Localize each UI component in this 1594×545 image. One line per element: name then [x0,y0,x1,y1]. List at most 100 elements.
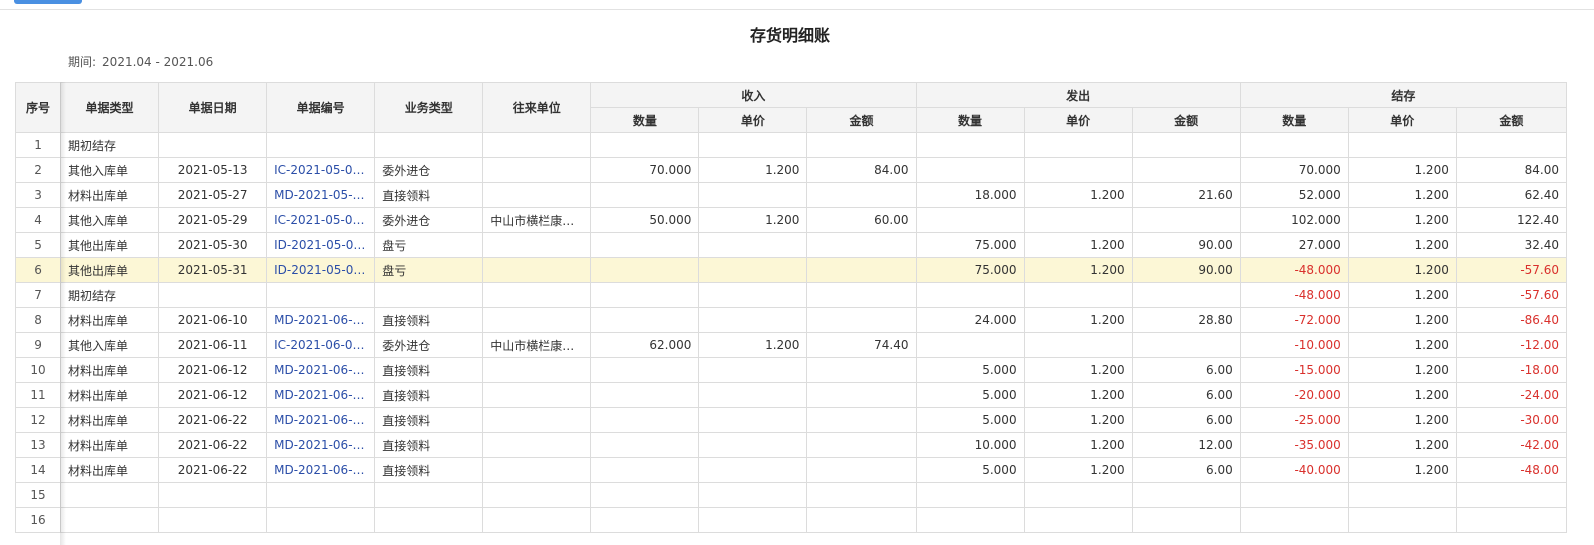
cell-income-qty [590,482,700,508]
table-row[interactable]: 12 材料出库单 2021-06-22 MD-2021-06-0078 直接领料 5.00… [15,407,1567,433]
cell-doc-no-link[interactable]: MD-2021-05-0093 [266,182,376,208]
cell-seq: 13 [15,432,62,458]
cell-seq: 10 [15,357,62,383]
cell-doc-date: 2021-06-11 [158,332,268,358]
header-doc-type[interactable]: 单据类型 [60,82,160,133]
table-row[interactable]: 14 材料出库单 2021-06-22 MD-2021-06-0085 直接领料 5.00… [15,457,1567,483]
cell-balance-amount [1455,132,1567,158]
cell-biz-type: 盘亏 [374,232,484,258]
cell-outgo-qty [915,132,1025,158]
ledger-table-container[interactable]: 序号 单据类型 单据日期 单据编号 业务类型 往来单位 收入 发出 结存 数量 … [15,82,1567,545]
header-outgo-qty[interactable]: 数量 [915,107,1025,133]
cell-income-amount [806,507,917,533]
cell-balance-amount: 62.40 [1455,182,1567,208]
cell-income-price [698,182,808,208]
header-balance-qty[interactable]: 数量 [1239,107,1349,133]
table-row[interactable]: 10 材料出库单 2021-06-12 MD-2021-06-0056 直接领料 5.00… [15,357,1567,383]
cell-biz-type [374,482,484,508]
cell-balance-amount: -48.00 [1455,457,1567,483]
cell-doc-no-link[interactable]: MD-2021-06-0083 [266,432,376,458]
cell-outgo-amount [1131,332,1241,358]
cell-balance-qty: -15.000 [1239,357,1349,383]
cell-doc-no-link[interactable]: MD-2021-06-0085 [266,457,376,483]
cell-balance-amount: -30.00 [1455,407,1567,433]
cell-outgo-amount: 90.00 [1131,257,1241,283]
table-row[interactable]: 11 材料出库单 2021-06-12 MD-2021-06-0058 直接领料 5.00… [15,382,1567,408]
cell-income-qty [590,282,700,308]
cell-balance-price: 1.200 [1347,207,1457,233]
cell-balance-qty: -10.000 [1239,332,1349,358]
cell-seq: 4 [15,207,62,233]
cell-doc-type: 期初结存 [60,132,160,158]
cell-outgo-amount: 6.00 [1131,357,1241,383]
cell-balance-amount: 122.40 [1455,207,1567,233]
cell-balance-price [1347,507,1457,533]
cell-balance-amount: 32.40 [1455,232,1567,258]
table-row[interactable]: 7 期初结存 -48.000 1.200 -57.60 [15,282,1567,308]
header-income-price[interactable]: 单价 [698,107,808,133]
header-partner[interactable]: 往来单位 [482,82,592,133]
table-row[interactable]: 3 材料出库单 2021-05-27 MD-2021-05-0093 直接领料 18.00… [15,182,1567,208]
cell-doc-no-link[interactable]: MD-2021-06-0049 [266,307,376,333]
header-doc-date[interactable]: 单据日期 [158,82,268,133]
cell-balance-price [1347,132,1457,158]
table-row[interactable]: 13 材料出库单 2021-06-22 MD-2021-06-0083 直接领料 10.0… [15,432,1567,458]
cell-doc-no-link[interactable]: MD-2021-06-0058 [266,382,376,408]
cell-doc-no-link[interactable]: IC-2021-06-0036 [266,332,376,358]
cell-outgo-qty: 75.000 [915,257,1025,283]
cell-balance-qty: 70.000 [1239,157,1349,183]
cell-balance-amount: -57.60 [1455,257,1567,283]
table-row[interactable]: 8 材料出库单 2021-06-10 MD-2021-06-0049 直接领料 24.00… [15,307,1567,333]
cell-biz-type [374,282,484,308]
cell-income-qty: 50.000 [590,207,700,233]
cell-doc-no-link[interactable]: ID-2021-05-0078 [266,257,376,283]
inventory-ledger-table: 序号 单据类型 单据日期 单据编号 业务类型 往来单位 收入 发出 结存 数量 … [15,82,1567,533]
cell-income-qty [590,257,700,283]
header-income-qty[interactable]: 数量 [590,107,700,133]
cell-income-qty: 70.000 [590,157,700,183]
cell-doc-date [158,482,268,508]
cell-seq: 15 [15,482,62,508]
header-income-amount[interactable]: 金额 [806,107,917,133]
cell-doc-no-link[interactable]: IC-2021-05-0075 [266,207,376,233]
cell-outgo-qty [915,332,1025,358]
header-biz-type[interactable]: 业务类型 [374,82,484,133]
table-row[interactable]: 15 [15,482,1567,508]
cell-doc-no-link[interactable]: MD-2021-06-0078 [266,407,376,433]
table-row[interactable]: 6 其他出库单 2021-05-31 ID-2021-05-0078 盘亏 75.000 1… [15,257,1567,283]
header-balance-amount[interactable]: 金额 [1455,107,1567,133]
cell-partner: 中山市横栏康… [482,332,592,358]
cell-balance-qty: 102.000 [1239,207,1349,233]
toolbar-primary-button[interactable] [14,0,82,4]
cell-outgo-amount: 6.00 [1131,407,1241,433]
cell-partner [482,282,592,308]
table-row[interactable]: 5 其他出库单 2021-05-30 ID-2021-05-0085 盘亏 75.000 1… [15,232,1567,258]
cell-outgo-price: 1.200 [1023,432,1133,458]
header-seq[interactable]: 序号 [15,82,62,133]
cell-doc-no-link[interactable]: ID-2021-05-0085 [266,232,376,258]
table-row[interactable]: 4 其他入库单 2021-05-29 IC-2021-05-0075 委外进仓 中山市横栏… [15,207,1567,233]
header-outgo-amount[interactable]: 金额 [1131,107,1241,133]
cell-doc-no-link[interactable]: IC-2021-05-0037 [266,157,376,183]
cell-outgo-amount [1131,482,1241,508]
table-row[interactable]: 16 [15,507,1567,533]
cell-outgo-qty: 5.000 [915,457,1025,483]
cell-balance-amount: -12.00 [1455,332,1567,358]
cell-partner [482,432,592,458]
cell-doc-no-link[interactable]: MD-2021-06-0056 [266,357,376,383]
cell-balance-qty: -48.000 [1239,257,1349,283]
header-doc-no[interactable]: 单据编号 [266,82,376,133]
cell-outgo-qty: 24.000 [915,307,1025,333]
cell-income-price [698,232,808,258]
cell-balance-amount: -86.40 [1455,307,1567,333]
table-row[interactable]: 2 其他入库单 2021-05-13 IC-2021-05-0037 委外进仓 70.00… [15,157,1567,183]
cell-outgo-amount [1131,132,1241,158]
table-row[interactable]: 1 期初结存 [15,132,1567,158]
table-row[interactable]: 9 其他入库单 2021-06-11 IC-2021-06-0036 委外进仓 中山市横栏… [15,332,1567,358]
cell-balance-qty: -20.000 [1239,382,1349,408]
cell-doc-date: 2021-06-12 [158,382,268,408]
header-balance-price[interactable]: 单价 [1347,107,1457,133]
cell-doc-type: 其他出库单 [60,257,160,283]
cell-biz-type: 委外进仓 [374,157,484,183]
header-outgo-price[interactable]: 单价 [1023,107,1133,133]
